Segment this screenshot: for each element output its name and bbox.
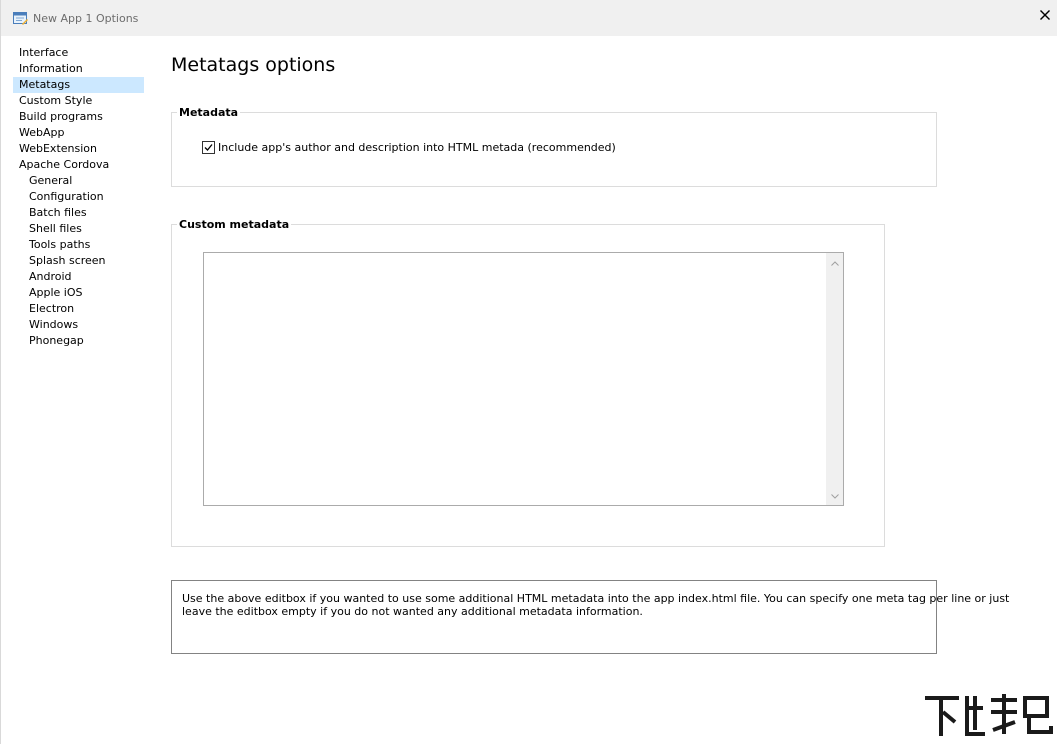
sidebar-item-custom-style[interactable]: Custom Style <box>13 93 144 109</box>
window-title: New App 1 Options <box>33 12 139 25</box>
metadata-group-legend: Metadata <box>177 106 241 119</box>
help-info-box: Use the above editbox if you wanted to u… <box>171 580 1010 654</box>
sidebar-item-phonegap[interactable]: Phonegap <box>13 333 144 349</box>
sidebar-item-apple-ios[interactable]: Apple iOS <box>13 285 144 301</box>
sidebar-item-splash-screen[interactable]: Splash screen <box>13 253 144 269</box>
custom-metadata-group-legend: Custom metadata <box>177 218 292 231</box>
scroll-up-button[interactable] <box>826 255 843 272</box>
sidebar-item-metatags[interactable]: Metatags <box>13 77 144 93</box>
chevron-up-icon <box>830 261 839 266</box>
sidebar-item-configuration[interactable]: Configuration <box>13 189 144 205</box>
include-metadata-checkbox-row[interactable]: Include app's author and description int… <box>202 141 616 154</box>
sidebar-item-android[interactable]: Android <box>13 269 144 285</box>
include-metadata-checkbox[interactable] <box>202 141 215 154</box>
sidebar-item-interface[interactable]: Interface <box>13 45 144 61</box>
custom-metadata-textarea[interactable] <box>204 253 827 505</box>
options-nav-tree: Interface Information Metatags Custom St… <box>13 45 144 349</box>
watermark-logo <box>925 694 1053 736</box>
sidebar-item-batch-files[interactable]: Batch files <box>13 205 144 221</box>
options-window-icon <box>13 11 28 25</box>
sidebar-item-webapp[interactable]: WebApp <box>13 125 144 141</box>
sidebar-item-webextension[interactable]: WebExtension <box>13 141 144 157</box>
sidebar-item-shell-files[interactable]: Shell files <box>13 221 144 237</box>
editbox-vertical-scrollbar[interactable] <box>826 253 843 505</box>
chevron-down-icon <box>830 494 839 499</box>
close-icon <box>1040 10 1050 20</box>
title-bar: New App 1 Options <box>1 0 1057 36</box>
sidebar-item-apache-cordova[interactable]: Apache Cordova <box>13 157 144 173</box>
sidebar-item-information[interactable]: Information <box>13 61 144 77</box>
sidebar-item-electron[interactable]: Electron <box>13 301 144 317</box>
close-button[interactable] <box>1032 2 1057 28</box>
sidebar-item-build-programs[interactable]: Build programs <box>13 109 144 125</box>
page-title: Metatags options <box>171 54 336 76</box>
help-text-line-1: Use the above editbox if you wanted to u… <box>182 592 1010 605</box>
sidebar-item-tools-paths[interactable]: Tools paths <box>13 237 144 253</box>
options-window: New App 1 Options Interface Information … <box>0 0 1057 744</box>
custom-metadata-editbox[interactable] <box>203 252 844 506</box>
sidebar-item-windows[interactable]: Windows <box>13 317 144 333</box>
scroll-down-button[interactable] <box>826 488 843 505</box>
help-text-line-2: leave the editbox empty if you do not wa… <box>182 605 643 618</box>
sidebar-item-general[interactable]: General <box>13 173 144 189</box>
include-metadata-label[interactable]: Include app's author and description int… <box>218 141 616 154</box>
checkmark-icon <box>204 144 213 151</box>
